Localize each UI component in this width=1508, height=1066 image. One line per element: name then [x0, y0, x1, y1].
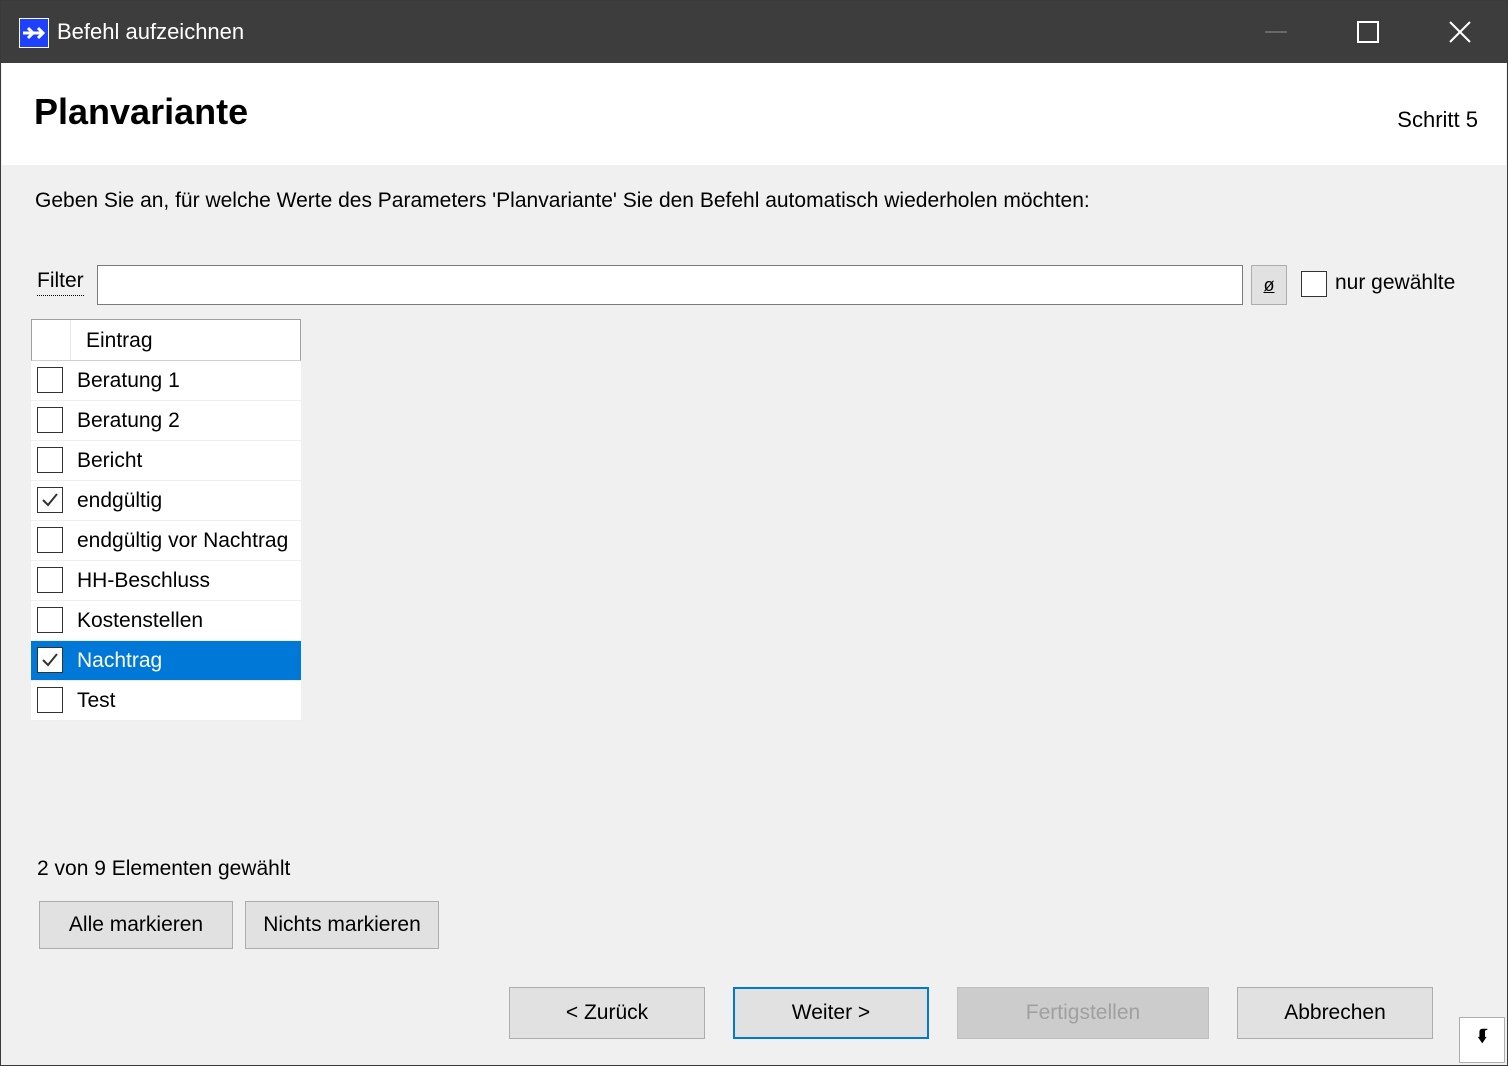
filter-label: Filter [37, 269, 84, 296]
instruction-text: Geben Sie an, für welche Werte des Param… [35, 189, 1090, 212]
cancel-button[interactable]: Abbrechen [1237, 987, 1433, 1039]
double-arrow-icon [19, 18, 49, 48]
clear-filter-button[interactable]: ø [1251, 265, 1287, 305]
maximize-icon [1357, 21, 1379, 43]
column-separator [70, 320, 71, 360]
list-item-checkbox[interactable] [37, 527, 63, 553]
step-indicator: Schritt 5 [1397, 107, 1478, 132]
list-item-label: endgültig vor Nachtrag [77, 529, 289, 552]
filter-input[interactable] [97, 265, 1243, 305]
help-corner-button[interactable]: ⮮ [1459, 1017, 1505, 1063]
finish-button[interactable]: Fertigstellen [957, 987, 1209, 1039]
help-corner-icon: ⮮ [1478, 1028, 1488, 1045]
list-item-label: Beratung 2 [77, 409, 180, 432]
list-item-checkbox[interactable] [37, 487, 63, 513]
list-item[interactable]: Nachtrag [31, 641, 301, 681]
select-all-button[interactable]: Alle markieren [39, 901, 233, 949]
list-item[interactable]: HH-Beschluss [31, 561, 301, 601]
list-item[interactable]: endgültig [31, 481, 301, 521]
next-button[interactable]: Weiter > [733, 987, 929, 1039]
only-selected-checkbox[interactable] [1301, 271, 1327, 297]
list-item-checkbox[interactable] [37, 367, 63, 393]
dialog-window: Befehl aufzeichnen Planvariante Schritt … [0, 0, 1508, 1066]
list-item[interactable]: Beratung 1 [31, 361, 301, 401]
select-none-button[interactable]: Nichts markieren [245, 901, 439, 949]
list-column-header[interactable]: Eintrag [31, 319, 301, 361]
list-item-checkbox[interactable] [37, 647, 63, 673]
list-item-label: endgültig [77, 489, 163, 512]
minimize-icon [1265, 31, 1287, 33]
page-title: Planvariante [34, 91, 249, 132]
list-item-label: Kostenstellen [77, 609, 204, 632]
list-item[interactable]: Kostenstellen [31, 601, 301, 641]
list-item-checkbox[interactable] [37, 607, 63, 633]
list-item-checkbox[interactable] [37, 447, 63, 473]
entry-list[interactable]: Eintrag Beratung 1 Beratung 2 Bericht endgü… [31, 319, 301, 721]
list-item-checkbox[interactable] [37, 567, 63, 593]
list-item-checkbox[interactable] [37, 407, 63, 433]
only-selected-label: nur gewählte [1335, 271, 1456, 294]
list-item-checkbox[interactable] [37, 687, 63, 713]
close-icon [1449, 21, 1471, 43]
selection-count: 2 von 9 Elementen gewählt [37, 857, 291, 880]
list-item-label: Bericht [77, 449, 143, 472]
wizard-header: Planvariante Schritt 5 [2, 63, 1506, 165]
list-item-label: HH-Beschluss [77, 569, 211, 592]
list-item-label: Nachtrag [77, 649, 163, 672]
maximize-button[interactable] [1321, 1, 1413, 63]
column-header-label: Eintrag [86, 329, 153, 352]
list-item[interactable]: endgültig vor Nachtrag [31, 521, 301, 561]
list-item[interactable]: Bericht [31, 441, 301, 481]
title-bar[interactable]: Befehl aufzeichnen [1, 1, 1507, 63]
window-title: Befehl aufzeichnen [57, 19, 245, 44]
close-button[interactable] [1413, 1, 1505, 63]
minimize-button[interactable] [1229, 1, 1321, 63]
list-item-label: Test [77, 689, 116, 712]
list-item-label: Beratung 1 [77, 369, 180, 392]
list-item[interactable]: Beratung 2 [31, 401, 301, 441]
list-item[interactable]: Test [31, 681, 301, 721]
back-button[interactable]: < Zurück [509, 987, 705, 1039]
